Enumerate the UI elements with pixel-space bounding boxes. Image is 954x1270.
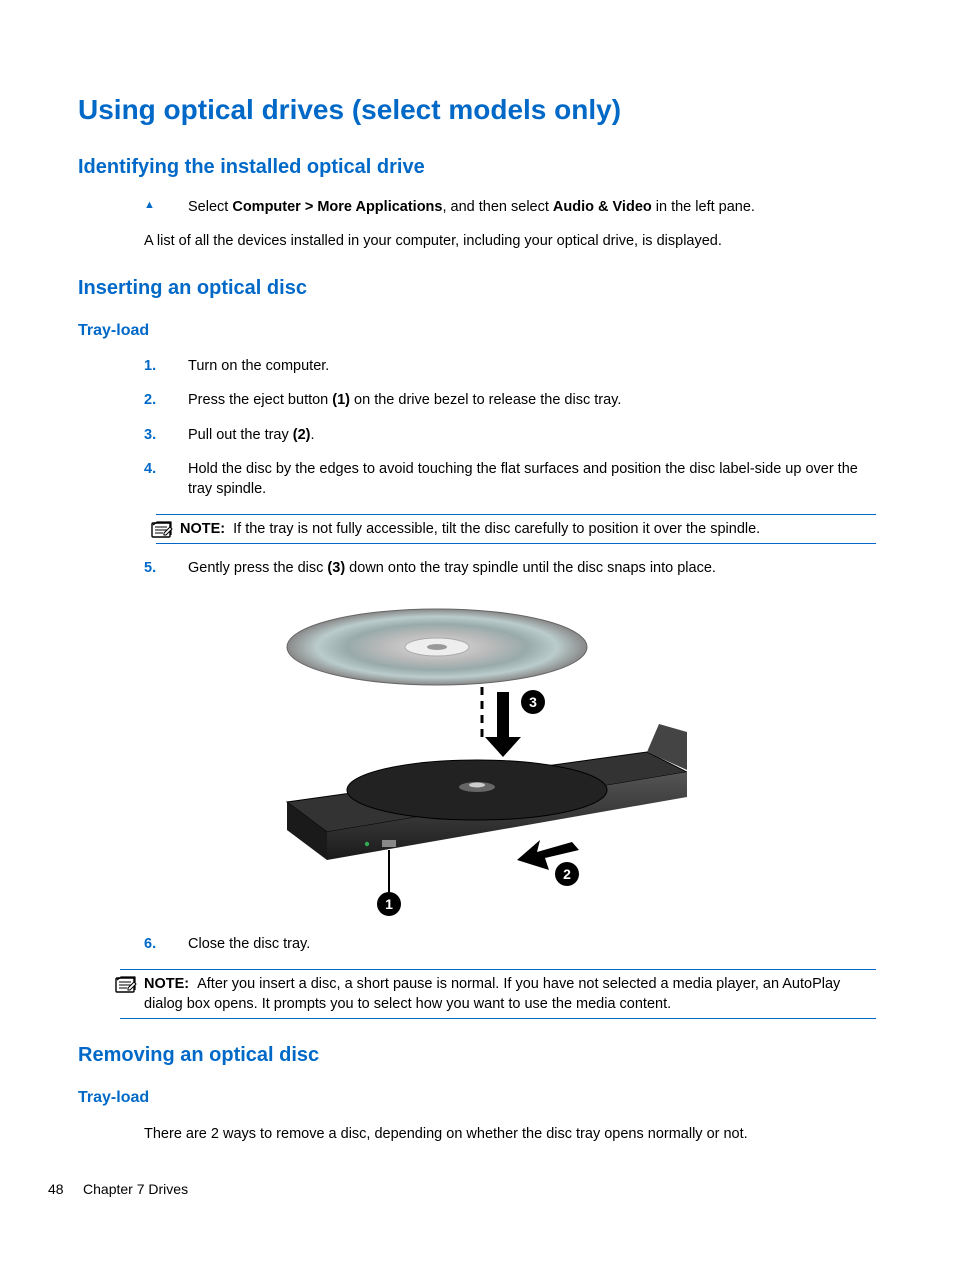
- page-footer: 48 Chapter 7 Drives: [48, 1180, 188, 1200]
- note-content: NOTE: If the tray is not fully accessible…: [156, 519, 876, 539]
- note-label: NOTE:: [180, 521, 225, 537]
- step-number: 4.: [144, 459, 156, 479]
- note-text: If the tray is not fully accessible, til…: [233, 521, 760, 537]
- note-icon: [114, 976, 138, 996]
- list-item: 3. Pull out the tray (2).: [144, 425, 876, 445]
- paragraph: A list of all the devices installed in y…: [144, 231, 876, 251]
- document-page: Using optical drives (select models only…: [0, 0, 954, 1194]
- section-heading-identifying: Identifying the installed optical drive: [78, 153, 876, 181]
- note-label: NOTE:: [144, 976, 189, 992]
- step-text: Pull out the tray (2).: [188, 427, 315, 443]
- note-box: NOTE: If the tray is not fully accessible…: [156, 514, 876, 544]
- paragraph: There are 2 ways to remove a disc, depen…: [144, 1124, 876, 1144]
- section-heading-removing: Removing an optical disc: [78, 1041, 876, 1069]
- chapter-label: Chapter 7 Drives: [83, 1181, 188, 1197]
- step-number: 3.: [144, 425, 156, 445]
- step-text: Press the eject button (1) on the drive …: [188, 392, 621, 408]
- callout-1: 1: [385, 896, 393, 912]
- list-item: 2. Press the eject button (1) on the dri…: [144, 390, 876, 410]
- bullet-text: Select Computer > More Applications, and…: [188, 199, 755, 215]
- numbered-list: 1. Turn on the computer. 2. Press the ej…: [144, 356, 876, 499]
- subsection-heading-trayload2: Tray-load: [78, 1087, 876, 1109]
- bullet-item: ▲ Select Computer > More Applications, a…: [144, 197, 876, 217]
- callout-2: 2: [563, 866, 571, 882]
- step-text: Hold the disc by the edges to avoid touc…: [188, 461, 858, 497]
- bullet-list: ▲ Select Computer > More Applications, a…: [144, 197, 876, 217]
- subsection-heading-trayload: Tray-load: [78, 320, 876, 342]
- callout-3: 3: [529, 694, 537, 710]
- step-number: 1.: [144, 356, 156, 376]
- list-item: 6. Close the disc tray.: [144, 934, 876, 954]
- note-icon: [150, 521, 174, 541]
- step-number: 2.: [144, 390, 156, 410]
- note-box: NOTE:After you insert a disc, a short pa…: [120, 969, 876, 1020]
- page-title: Using optical drives (select models only…: [78, 90, 876, 129]
- section-heading-inserting: Inserting an optical disc: [78, 274, 876, 302]
- step-text: Turn on the computer.: [188, 358, 329, 374]
- step-text: Close the disc tray.: [188, 936, 310, 952]
- step-number: 6.: [144, 934, 156, 954]
- step-number: 5.: [144, 558, 156, 578]
- note-text: After you insert a disc, a short pause i…: [144, 976, 840, 1012]
- numbered-list-cont2: 6. Close the disc tray.: [144, 934, 876, 954]
- list-item: 5. Gently press the disc (3) down onto t…: [144, 558, 876, 578]
- note-content: NOTE:After you insert a disc, a short pa…: [120, 974, 876, 1015]
- triangle-marker-icon: ▲: [144, 198, 155, 213]
- optical-drive-illustration: 3 1 2: [267, 592, 687, 922]
- list-item: 4. Hold the disc by the edges to avoid t…: [144, 459, 876, 500]
- page-number: 48: [48, 1181, 64, 1197]
- numbered-list-cont: 5. Gently press the disc (3) down onto t…: [144, 558, 876, 578]
- step-text: Gently press the disc (3) down onto the …: [188, 560, 716, 576]
- list-item: 1. Turn on the computer.: [144, 356, 876, 376]
